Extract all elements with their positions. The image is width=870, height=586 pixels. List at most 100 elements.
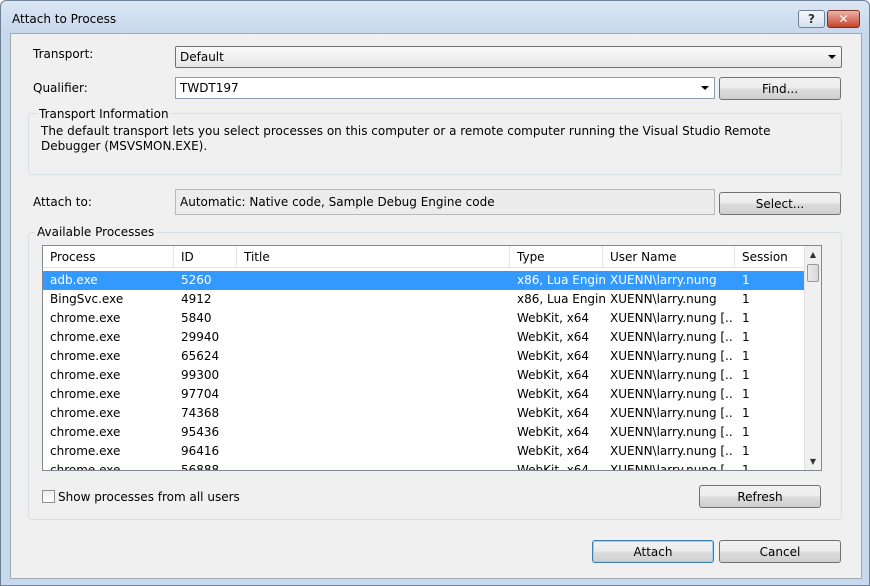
dialog-title: Attach to Process [12, 12, 117, 26]
cell-user: XUENN\larry.nung [... [610, 406, 732, 420]
close-button[interactable]: ✕ [827, 10, 860, 28]
cell-id: 95436 [181, 425, 220, 439]
cell-user: XUENN\larry.nung [610, 292, 717, 306]
table-row[interactable]: chrome.exe 96416 WebKit, x64 XUENN\larry.nu… [43, 442, 805, 461]
cell-user: XUENN\larry.nung [... [610, 311, 732, 325]
table-row[interactable]: chrome.exe 95436 WebKit, x64 XUENN\larry.nu… [43, 423, 805, 442]
qualifier-label: Qualifier: [33, 81, 88, 95]
cell-type: WebKit, x64 [517, 349, 590, 363]
cell-session: 1 [742, 349, 750, 363]
chevron-down-icon [701, 86, 709, 90]
cell-process: chrome.exe [50, 387, 121, 401]
show-all-users-checkbox[interactable] [42, 490, 55, 503]
cell-user: XUENN\larry.nung [610, 273, 717, 287]
show-all-users-label[interactable]: Show processes from all users [58, 490, 240, 504]
table-row[interactable]: chrome.exe 97704 WebKit, x64 XUENN\larry.nu… [43, 385, 805, 404]
column-header-user-name[interactable]: User Name [603, 246, 735, 268]
help-button[interactable]: ? [798, 10, 825, 28]
table-row[interactable]: adb.exe 5260 x86, Lua Engine XUENN\larry.nu… [43, 271, 805, 290]
cell-session: 1 [742, 311, 750, 325]
attach-button-label: Attach [633, 544, 673, 559]
find-button[interactable]: Find... [719, 77, 841, 100]
cell-user: XUENN\larry.nung [... [610, 463, 732, 471]
cell-session: 1 [742, 425, 750, 439]
cell-type: WebKit, x64 [517, 444, 590, 458]
attach-button[interactable]: Attach [592, 540, 714, 563]
cell-type: WebKit, x64 [517, 425, 590, 439]
cell-id: 56888 [181, 463, 220, 471]
table-row[interactable]: chrome.exe 5840 WebKit, x64 XUENN\larry.nun… [43, 309, 805, 328]
cell-session: 1 [742, 406, 750, 420]
transport-value: Default [180, 50, 224, 64]
cell-id: 65624 [181, 349, 220, 363]
column-header-id[interactable]: ID [174, 246, 237, 268]
table-row[interactable]: chrome.exe 29940 WebKit, x64 XUENN\larry.nu… [43, 328, 805, 347]
cell-user: XUENN\larry.nung [... [610, 444, 732, 458]
cell-session: 1 [742, 387, 750, 401]
scroll-up-icon[interactable]: ▲ [805, 246, 821, 263]
cell-user: XUENN\larry.nung [... [610, 425, 732, 439]
cell-user: XUENN\larry.nung [... [610, 330, 732, 344]
column-header-session[interactable]: Session [735, 246, 805, 268]
title-bar: Attach to Process ? ✕ [1, 1, 869, 35]
cell-process: BingSvc.exe [50, 292, 124, 306]
cell-process: chrome.exe [50, 349, 121, 363]
process-list[interactable]: Process ID Title Type User Name Session … [42, 245, 822, 471]
table-row[interactable]: chrome.exe 99300 WebKit, x64 XUENN\larry.nu… [43, 366, 805, 385]
cell-id: 74368 [181, 406, 220, 420]
cell-type: x86, Lua Engine [517, 273, 605, 287]
cancel-button[interactable]: Cancel [719, 540, 841, 563]
transport-info-text: The default transport lets you select pr… [41, 124, 771, 153]
cancel-button-label: Cancel [759, 544, 801, 559]
transport-dropdown[interactable]: Default [175, 46, 842, 68]
table-row[interactable]: chrome.exe 65624 WebKit, x64 XUENN\larry.nu… [43, 347, 805, 366]
available-processes-title: Available Processes [35, 225, 157, 239]
attach-to-label: Attach to: [33, 195, 92, 209]
process-list-scrollbar[interactable]: ▲ ▼ [804, 246, 821, 470]
dialog-body: Transport: Default Qualifier: TWDT197 Fi… [10, 33, 862, 579]
cell-process: chrome.exe [50, 330, 121, 344]
cell-type: x86, Lua Engine [517, 292, 605, 306]
cell-user: XUENN\larry.nung [... [610, 349, 732, 363]
close-icon: ✕ [838, 12, 849, 26]
cell-user: XUENN\larry.nung [... [610, 368, 732, 382]
cell-type: WebKit, x64 [517, 406, 590, 420]
scroll-thumb[interactable] [807, 264, 819, 282]
qualifier-value: TWDT197 [180, 81, 239, 95]
cell-id: 29940 [181, 330, 220, 344]
cell-session: 1 [742, 368, 750, 382]
cell-session: 1 [742, 273, 750, 287]
qualifier-combobox[interactable]: TWDT197 [175, 77, 715, 99]
column-header-process[interactable]: Process [43, 246, 174, 268]
cell-process: adb.exe [50, 273, 98, 287]
cell-id: 96416 [181, 444, 220, 458]
column-header-title[interactable]: Title [237, 246, 510, 268]
cell-process: chrome.exe [50, 463, 121, 471]
attach-to-process-dialog: Attach to Process ? ✕ Transport: Default… [0, 0, 870, 586]
cell-session: 1 [742, 330, 750, 344]
cell-type: WebKit, x64 [517, 311, 590, 325]
refresh-button[interactable]: Refresh [699, 485, 821, 508]
cell-type: WebKit, x64 [517, 463, 590, 471]
refresh-button-label: Refresh [737, 489, 783, 504]
table-row[interactable]: BingSvc.exe 4912 x86, Lua Engine XUENN\larr… [43, 290, 805, 309]
cell-id: 4912 [181, 292, 212, 306]
select-button[interactable]: Select... [719, 192, 841, 215]
transport-info-title: Transport Information [37, 107, 171, 121]
select-button-label: Select... [755, 196, 805, 211]
table-row[interactable]: chrome.exe 74368 WebKit, x64 XUENN\larry.nu… [43, 404, 805, 423]
column-header-type[interactable]: Type [510, 246, 603, 268]
scroll-down-icon[interactable]: ▼ [805, 453, 821, 470]
attach-to-value: Automatic: Native code, Sample Debug Eng… [175, 189, 715, 215]
cell-process: chrome.exe [50, 311, 121, 325]
table-row[interactable]: chrome.exe 56888 WebKit, x64 XUENN\larry.nu… [43, 461, 805, 471]
cell-session: 1 [742, 444, 750, 458]
cell-type: WebKit, x64 [517, 368, 590, 382]
transport-label: Transport: [33, 47, 94, 61]
chevron-down-icon [828, 55, 836, 59]
cell-id: 99300 [181, 368, 220, 382]
cell-type: WebKit, x64 [517, 387, 590, 401]
cell-session: 1 [742, 463, 750, 471]
cell-process: chrome.exe [50, 406, 121, 420]
cell-type: WebKit, x64 [517, 330, 590, 344]
